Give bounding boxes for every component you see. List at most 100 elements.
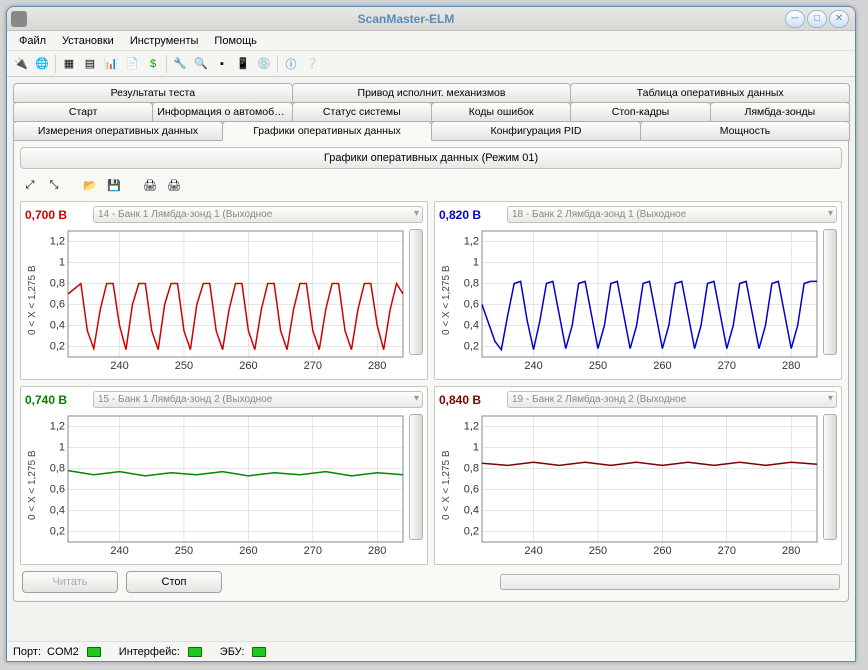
window-title: ScanMaster-ELM (27, 12, 785, 26)
help-icon[interactable]: ❔ (302, 54, 322, 74)
disc-icon[interactable]: 💿 (254, 54, 274, 74)
expand-icon[interactable]: ⤢ (20, 175, 40, 195)
report-icon[interactable]: 📄 (122, 54, 142, 74)
connect-icon[interactable]: 🔌 (11, 54, 31, 74)
graph-panel-3: 0,740 В 15 - Банк 1 Лямбда-зонд 2 (Выход… (20, 386, 428, 565)
tabrow-1: Результаты теста Привод исполнит. механи… (13, 83, 849, 103)
svg-text:1: 1 (473, 257, 479, 269)
ecu-led-icon (252, 647, 266, 657)
svg-text:0,6: 0,6 (50, 299, 65, 311)
svg-text:280: 280 (368, 545, 386, 557)
svg-text:250: 250 (589, 360, 607, 372)
tab-dtc[interactable]: Коды ошибок (431, 102, 571, 122)
tool2-icon[interactable]: 🔍 (191, 54, 211, 74)
read-button[interactable]: Читать (22, 571, 118, 593)
tabrow-3: Измерения оперативных данных Графики опе… (13, 121, 849, 141)
terminal-icon[interactable]: ▪ (212, 54, 232, 74)
svg-text:1,2: 1,2 (50, 421, 65, 433)
save-icon[interactable]: 💾 (104, 175, 124, 195)
status-port-label: Порт: (13, 646, 41, 658)
graph-toolbar: ⤢ ⤡ 📂 💾 🖨 🖨 (20, 173, 842, 201)
graph4-value: 0,840 В (439, 393, 499, 407)
graph1-scrollbar[interactable] (409, 229, 423, 355)
graph3-scrollbar[interactable] (409, 414, 423, 540)
graph1-pid-select[interactable]: 14 - Банк 1 Лямбда-зонд 1 (Выходное (93, 206, 423, 223)
iface-led-icon (188, 647, 202, 657)
graph2-ylabel: 0 < X < 1,275 B (439, 225, 454, 375)
svg-text:0,6: 0,6 (464, 484, 479, 496)
print-icon[interactable]: 🖨 (140, 175, 160, 195)
svg-text:240: 240 (524, 545, 542, 557)
tab-freeze-frames[interactable]: Стоп-кадры (570, 102, 710, 122)
graph2-pid-select[interactable]: 18 - Банк 2 Лямбда-зонд 1 (Выходное (507, 206, 837, 223)
status-ecu-label: ЭБУ: (220, 646, 245, 658)
menu-tools[interactable]: Инструменты (122, 33, 207, 49)
menu-settings[interactable]: Установки (54, 33, 122, 49)
tab-pid-config[interactable]: Конфигурация PID (431, 121, 641, 141)
app-window: ScanMaster-ELM ─ □ ✕ Файл Установки Инст… (6, 6, 856, 662)
grid2-icon[interactable]: ▤ (80, 54, 100, 74)
svg-text:0,2: 0,2 (464, 341, 479, 353)
svg-text:1,2: 1,2 (464, 236, 479, 248)
graph1-ylabel: 0 < X < 1,275 B (25, 225, 40, 375)
tab-lambda[interactable]: Лямбда-зонды (710, 102, 850, 122)
svg-text:0,8: 0,8 (464, 463, 479, 475)
info-icon[interactable]: ⓘ (281, 54, 301, 74)
graph3-ylabel: 0 < X < 1,275 B (25, 410, 40, 560)
chart-icon[interactable]: 📊 (101, 54, 121, 74)
tab-power[interactable]: Мощность (640, 121, 850, 141)
minimize-button[interactable]: ─ (785, 10, 805, 28)
tab-actuators[interactable]: Привод исполнит. механизмов (292, 83, 572, 103)
svg-text:1: 1 (59, 257, 65, 269)
tab-live-table[interactable]: Таблица оперативных данных (570, 83, 850, 103)
toolbar: 🔌 🌐 ▦ ▤ 📊 📄 $ 🔧 🔍 ▪ 📱 💿 ⓘ ❔ (7, 51, 855, 77)
svg-text:1,2: 1,2 (464, 421, 479, 433)
stop-button[interactable]: Стоп (126, 571, 222, 593)
tool1-icon[interactable]: 🔧 (170, 54, 190, 74)
graph-panel-2: 0,820 В 18 - Банк 2 Лямбда-зонд 1 (Выход… (434, 201, 842, 380)
tab-start[interactable]: Старт (13, 102, 153, 122)
svg-text:260: 260 (653, 360, 671, 372)
svg-text:0,6: 0,6 (50, 484, 65, 496)
tab-live-measure[interactable]: Измерения оперативных данных (13, 121, 223, 141)
menubar: Файл Установки Инструменты Помощь (7, 31, 855, 51)
maximize-button[interactable]: □ (807, 10, 827, 28)
titlebar[interactable]: ScanMaster-ELM ─ □ ✕ (7, 7, 855, 31)
print-preview-icon[interactable]: 🖨 (164, 175, 184, 195)
panel-title: Графики оперативных данных (Режим 01) (20, 147, 842, 169)
svg-text:240: 240 (110, 545, 128, 557)
svg-text:270: 270 (718, 360, 736, 372)
menu-help[interactable]: Помощь (206, 33, 265, 49)
graph4-scrollbar[interactable] (823, 414, 837, 540)
tab-live-graphs[interactable]: Графики оперативных данных (222, 121, 432, 141)
dollar-icon[interactable]: $ (143, 54, 163, 74)
svg-text:270: 270 (304, 360, 322, 372)
close-button[interactable]: ✕ (829, 10, 849, 28)
globe-icon[interactable]: 🌐 (32, 54, 52, 74)
open-icon[interactable]: 📂 (80, 175, 100, 195)
graph3-pid-select[interactable]: 15 - Банк 1 Лямбда-зонд 2 (Выходное (93, 391, 423, 408)
svg-text:0,2: 0,2 (50, 341, 65, 353)
svg-text:250: 250 (589, 545, 607, 557)
graph2-scrollbar[interactable] (823, 229, 837, 355)
svg-text:240: 240 (524, 360, 542, 372)
graph4-pid-select[interactable]: 19 - Банк 2 Лямбда-зонд 2 (Выходное (507, 391, 837, 408)
graph3-value: 0,740 В (25, 393, 85, 407)
graph-panel-1: 0,700 В 14 - Банк 1 Лямбда-зонд 1 (Выход… (20, 201, 428, 380)
svg-text:0,4: 0,4 (464, 320, 479, 332)
tab-system-status[interactable]: Статус системы (292, 102, 432, 122)
app-icon (11, 11, 27, 27)
device-icon[interactable]: 📱 (233, 54, 253, 74)
grid1-icon[interactable]: ▦ (59, 54, 79, 74)
svg-text:280: 280 (368, 360, 386, 372)
graph-panel-4: 0,840 В 19 - Банк 2 Лямбда-зонд 2 (Выход… (434, 386, 842, 565)
menu-file[interactable]: Файл (11, 33, 54, 49)
tab-test-results[interactable]: Результаты теста (13, 83, 293, 103)
statusbar: Порт: COM2 Интерфейс: ЭБУ: (7, 641, 855, 661)
collapse-icon[interactable]: ⤡ (44, 175, 64, 195)
svg-text:0,4: 0,4 (50, 320, 65, 332)
tab-vehicle-info[interactable]: Информация о автомобиле (152, 102, 292, 122)
graph2-value: 0,820 В (439, 208, 499, 222)
svg-text:0,4: 0,4 (50, 505, 65, 517)
port-led-icon (87, 647, 101, 657)
